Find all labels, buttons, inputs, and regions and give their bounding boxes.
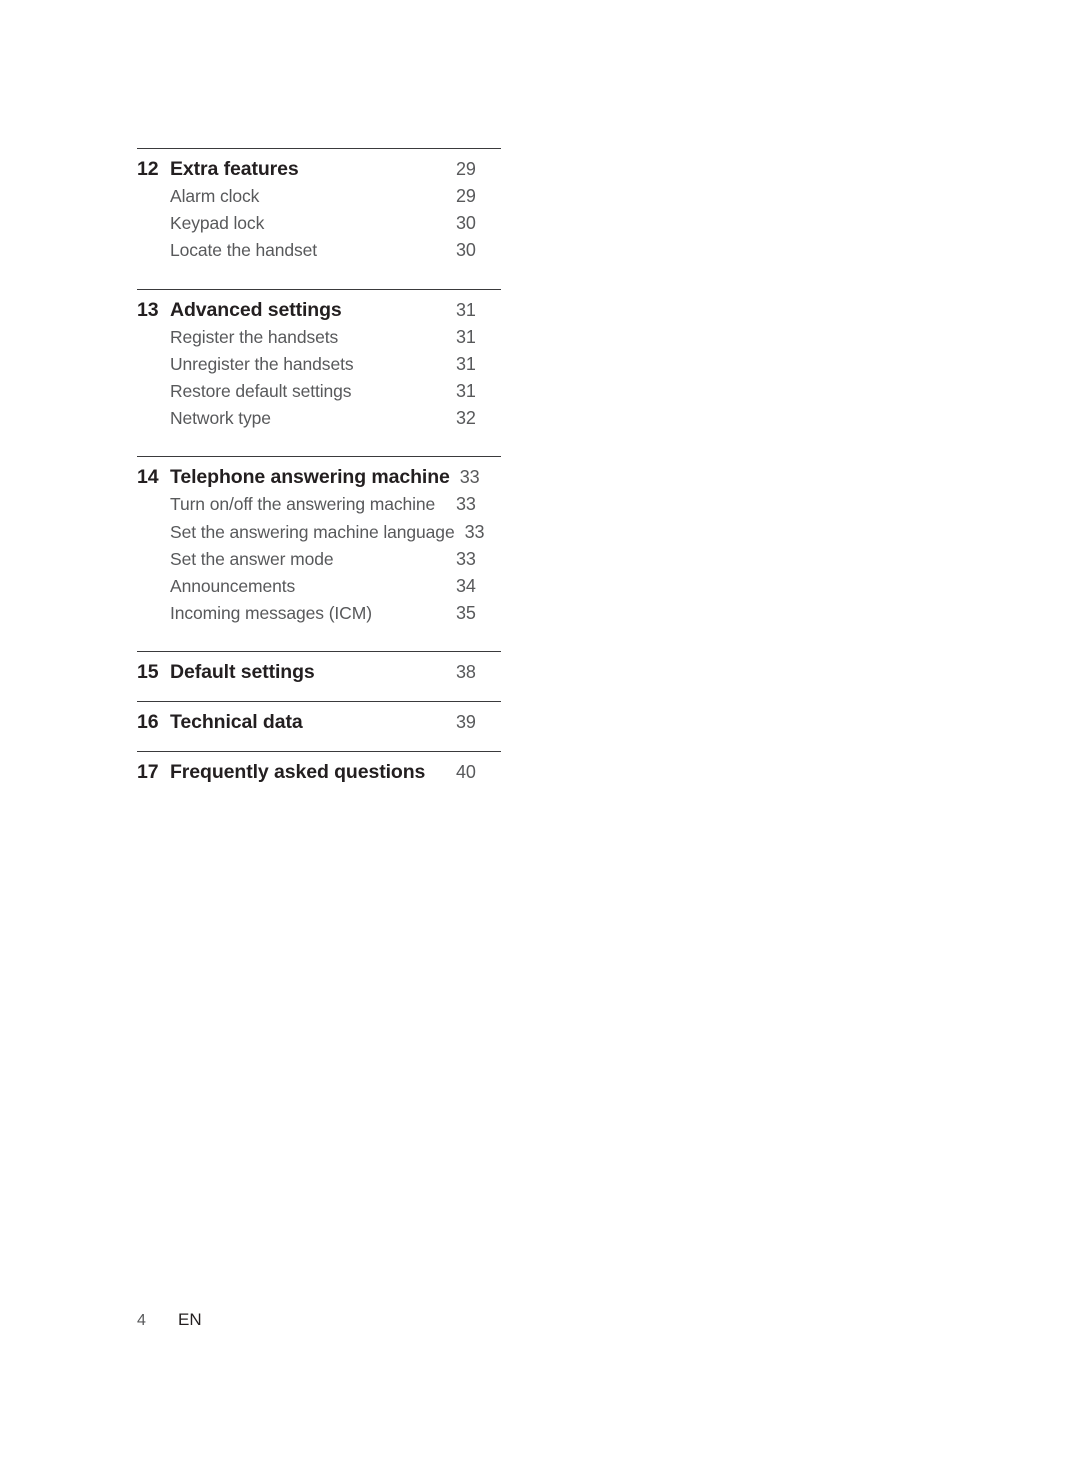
section-divider-rule: [137, 701, 501, 703]
subitem-page-number: 31: [456, 353, 476, 374]
subitem-page-number: 34: [456, 576, 476, 597]
toc-section: 14 Telephone answering machine 33 Turn o…: [137, 456, 501, 625]
toc-section: 13 Advanced settings 31 Register the han…: [137, 288, 501, 431]
toc-section-heading[interactable]: 15 Default settings 38: [137, 661, 501, 684]
toc-section-heading[interactable]: 13 Advanced settings 31: [137, 299, 501, 322]
toc-subitem[interactable]: Turn on/off the answering machine 33: [137, 492, 501, 516]
toc-subitem-list: Register the handsets 31 Unregister the …: [137, 325, 501, 431]
section-title: Extra features: [170, 158, 299, 180]
section-number: 16: [137, 711, 159, 734]
subitem-page-number: 30: [456, 213, 476, 234]
toc-section: 12 Extra features 29 Alarm clock 29 Keyp…: [137, 148, 501, 263]
toc-section: 15 Default settings 38: [137, 651, 501, 684]
subitem-page-number: 29: [456, 186, 476, 206]
subitem-label: Alarm clock: [170, 186, 260, 206]
section-number: 13: [137, 298, 159, 321]
subitem-label: Turn on/off the answering machine: [170, 494, 436, 515]
section-title: Telephone answering machine: [170, 466, 450, 489]
subitem-label: Set the answering machine language: [170, 521, 455, 542]
subitem-page-number: 33: [456, 548, 476, 569]
section-page-number: 29: [456, 159, 476, 179]
section-divider-rule: [137, 288, 501, 290]
section-page-number: 40: [456, 762, 476, 783]
page-footer: 4 EN: [137, 1310, 202, 1330]
toc-subitem[interactable]: Set the answering machine language 33: [137, 520, 501, 544]
section-divider-rule: [137, 456, 501, 458]
subitem-label: Register the handsets: [170, 326, 339, 347]
document-page: 12 Extra features 29 Alarm clock 29 Keyp…: [0, 0, 1080, 1460]
toc-section: 16 Technical data 39: [137, 701, 501, 734]
subitem-page-number: 31: [456, 326, 476, 347]
subitem-page-number: 33: [456, 494, 476, 515]
section-title: Advanced settings: [170, 298, 342, 321]
section-title: Frequently asked questions: [170, 761, 426, 784]
section-number: 15: [137, 661, 159, 684]
toc-subitem[interactable]: Unregister the handsets 31: [137, 352, 501, 376]
section-number: 17: [137, 761, 159, 784]
section-number: 14: [137, 466, 159, 489]
subitem-page-number: 30: [456, 240, 476, 261]
subitem-label: Announcements: [170, 576, 296, 597]
subitem-label: Keypad lock: [170, 213, 265, 234]
footer-language-code: EN: [178, 1310, 202, 1329]
toc-subitem[interactable]: Announcements 34: [137, 574, 501, 598]
toc-section: 17 Frequently asked questions 40: [137, 751, 501, 784]
section-divider-rule: [137, 751, 501, 753]
toc-subitem[interactable]: Restore default settings 31: [137, 379, 501, 403]
subitem-label: Unregister the handsets: [170, 353, 354, 374]
toc-subitem[interactable]: Keypad lock 30: [137, 211, 501, 235]
toc-section-heading[interactable]: 14 Telephone answering machine 33: [137, 466, 501, 489]
subitem-label: Network type: [170, 408, 271, 429]
section-page-number: 31: [456, 299, 476, 320]
toc-section-heading[interactable]: 17 Frequently asked questions 40: [137, 761, 501, 784]
toc-subitem[interactable]: Network type 32: [137, 406, 501, 430]
subitem-page-number: 35: [456, 603, 476, 624]
section-title: Default settings: [170, 661, 315, 684]
subitem-label: Incoming messages (ICM): [170, 603, 372, 624]
toc-subitem[interactable]: Alarm clock 29: [137, 184, 501, 208]
toc-section-heading[interactable]: 16 Technical data 39: [137, 711, 501, 734]
section-page-number: 38: [456, 662, 476, 683]
table-of-contents: 12 Extra features 29 Alarm clock 29 Keyp…: [137, 148, 501, 784]
toc-subitem[interactable]: Register the handsets 31: [137, 325, 501, 349]
toc-section-heading[interactable]: 12 Extra features 29: [137, 158, 501, 181]
section-page-number: 39: [456, 712, 476, 733]
toc-subitem[interactable]: Set the answer mode 33: [137, 547, 501, 571]
subitem-label: Locate the handset: [170, 240, 318, 261]
section-title: Technical data: [170, 711, 303, 734]
toc-subitem[interactable]: Incoming messages (ICM) 35: [137, 601, 501, 625]
footer-page-number: 4: [137, 1312, 146, 1329]
subitem-page-number: 33: [464, 521, 485, 542]
toc-subitem-list: Turn on/off the answering machine 33 Set…: [137, 492, 501, 625]
subitem-page-number: 31: [456, 381, 476, 402]
toc-subitem-list: Alarm clock 29 Keypad lock 30 Locate the…: [137, 184, 501, 263]
section-page-number: 33: [459, 467, 480, 488]
section-number: 12: [137, 158, 159, 180]
toc-subitem[interactable]: Locate the handset 30: [137, 238, 501, 262]
section-divider-rule: [137, 651, 501, 653]
subitem-label: Restore default settings: [170, 381, 352, 402]
subitem-page-number: 32: [456, 408, 476, 429]
subitem-label: Set the answer mode: [170, 548, 334, 569]
section-divider-rule: [137, 148, 501, 149]
